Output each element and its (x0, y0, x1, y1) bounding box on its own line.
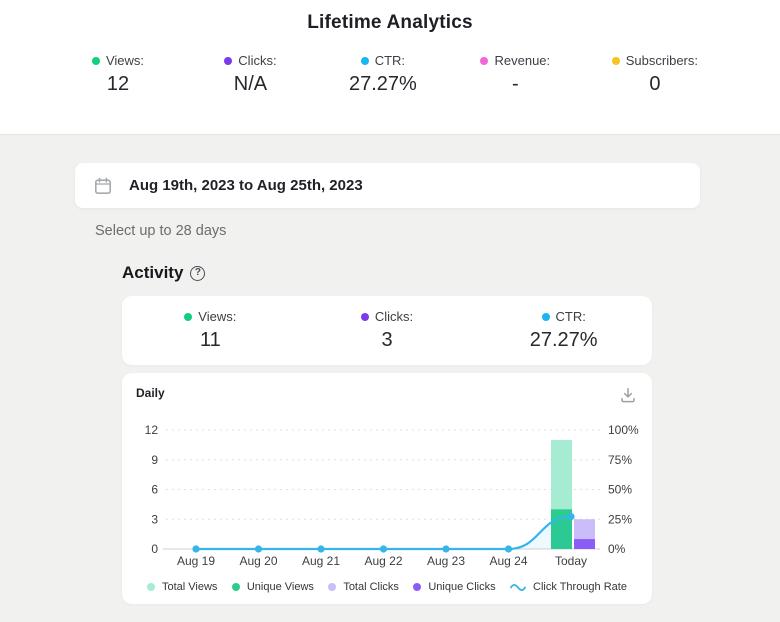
legend-item-total-views[interactable]: Total Views (147, 581, 217, 593)
stat-label: Revenue: (494, 53, 551, 68)
legend-label: Unique Clicks (428, 581, 496, 593)
left-axis-tick: 9 (151, 453, 158, 467)
stat-label: Views: (105, 53, 145, 68)
wave-icon (510, 583, 526, 591)
lifetime-stat-clicks: Clicks: N/A (214, 53, 286, 96)
lifetime-stat-ctr: CTR: 27.27% (347, 53, 419, 96)
question-circle-icon[interactable]: ? (190, 265, 206, 281)
legend-item-unique-clicks[interactable]: Unique Clicks (413, 581, 496, 593)
views-dot-icon (91, 56, 100, 65)
lifetime-analytics-header: Lifetime Analytics Views: 12 Clicks: N/A… (0, 0, 780, 135)
ctr-point[interactable] (192, 545, 200, 553)
ctr-point[interactable] (379, 545, 388, 553)
chart-legend: Total Views Unique Views Total Clicks Uniqu… (122, 581, 652, 593)
ctr-point[interactable] (254, 545, 263, 553)
stat-value: 27.27% (529, 329, 598, 351)
ctr-dot-icon (360, 56, 369, 65)
date-range-value: Aug 19th, 2023 to Aug 25th, 2023 (129, 177, 363, 194)
tab-daily[interactable]: Daily (136, 386, 165, 400)
page-title: Lifetime Analytics (307, 12, 473, 33)
stat-label: CTR: (555, 309, 586, 324)
activity-stat-views: Views: 11 (122, 309, 299, 352)
views-dot-icon (184, 312, 193, 321)
ctr-dot-icon (541, 312, 550, 321)
legend-item-click-through-rate[interactable]: Click Through Rate (510, 581, 627, 593)
x-axis-label: Aug 20 (239, 554, 277, 568)
total-clicks-swatch-icon (328, 583, 337, 591)
activity-section-heading: Activity ? (122, 263, 780, 283)
stat-label: Clicks: (238, 53, 277, 68)
stat-label: Subscribers: (625, 53, 698, 68)
total-views-swatch-icon (147, 583, 155, 591)
clicks-dot-icon (224, 56, 233, 65)
activity-stat-ctr: CTR: 27.27% (475, 309, 652, 352)
right-axis-tick: 25% (608, 512, 632, 526)
left-axis-tick: 3 (151, 512, 158, 526)
right-axis-tick: 0% (608, 542, 626, 556)
subscribers-dot-icon (611, 56, 620, 65)
ctr-point[interactable] (504, 545, 513, 553)
stat-value: N/A (233, 73, 268, 95)
legend-label: Total Clicks (343, 581, 399, 593)
activity-stat-clicks: Clicks: 3 (299, 309, 476, 352)
right-axis-tick: 100% (608, 423, 639, 437)
x-axis-label: Today (555, 554, 587, 568)
unique-views-swatch-icon (231, 583, 240, 591)
clicks-dot-icon (360, 312, 369, 321)
activity-chart-card: Daily 0 0% 3 25% 6 50% 9 75% 12 100% Aug 19 Aug 20 A… (122, 373, 652, 604)
unique-clicks-swatch-icon (413, 583, 422, 591)
activity-chart: 0 0% 3 25% 6 50% 9 75% 12 100% Aug 19 Aug 20 Aug 21 A… (145, 423, 639, 568)
revenue-dot-icon (480, 56, 489, 65)
ctr-point[interactable] (317, 545, 325, 553)
ctr-point[interactable] (442, 545, 450, 553)
stat-label: CTR: (374, 53, 406, 68)
legend-label: Unique Views (246, 581, 314, 593)
x-axis-label: Aug 24 (489, 554, 527, 568)
bar-unique-clicks (574, 539, 595, 549)
stat-label: Views: (198, 309, 237, 324)
x-axis-label: Aug 23 (427, 554, 465, 568)
chart-header: Daily (122, 373, 652, 404)
download-icon[interactable] (619, 386, 637, 404)
x-axis-label: Aug 19 (177, 554, 215, 568)
stat-value: 27.27% (348, 73, 417, 95)
x-axis-label: Aug 22 (364, 554, 402, 568)
lifetime-stat-revenue: Revenue: - (479, 53, 551, 96)
stat-value: - (511, 73, 519, 95)
ctr-point[interactable] (567, 512, 575, 521)
x-axis-label: Aug 21 (302, 554, 340, 568)
legend-label: Total Views (162, 581, 218, 593)
legend-item-total-clicks[interactable]: Total Clicks (328, 581, 399, 593)
right-axis-tick: 50% (608, 483, 632, 497)
legend-label: Click Through Rate (533, 581, 627, 593)
left-axis-tick: 6 (151, 483, 158, 497)
ctr-area (196, 516, 571, 549)
ctr-line (196, 515, 572, 551)
stat-value: 12 (106, 73, 130, 95)
activity-title: Activity (122, 263, 184, 282)
activity-stats-card: Views: 11 Clicks: 3 CTR: 27.27% (122, 296, 652, 365)
calendar-icon (93, 176, 113, 196)
lifetime-stats-row: Views: 12 Clicks: N/A CTR: 27.27% Revenu… (0, 53, 780, 96)
lifetime-stat-subscribers: Subscribers: 0 (611, 53, 698, 96)
lifetime-stat-views: Views: 12 (82, 53, 154, 96)
date-range-picker[interactable]: Aug 19th, 2023 to Aug 25th, 2023 (75, 163, 700, 208)
left-axis-tick: 12 (145, 423, 159, 437)
stat-value: 3 (381, 329, 393, 351)
stat-value: 0 (649, 73, 661, 95)
stat-label: Clicks: (374, 309, 414, 324)
left-axis-tick: 0 (151, 542, 158, 556)
stat-value: 11 (199, 329, 221, 351)
analytics-body: Aug 19th, 2023 to Aug 25th, 2023 Select … (0, 135, 780, 622)
date-range-hint: Select up to 28 days (95, 223, 227, 239)
right-axis-tick: 75% (608, 453, 632, 467)
legend-item-unique-views[interactable]: Unique Views (231, 581, 314, 593)
